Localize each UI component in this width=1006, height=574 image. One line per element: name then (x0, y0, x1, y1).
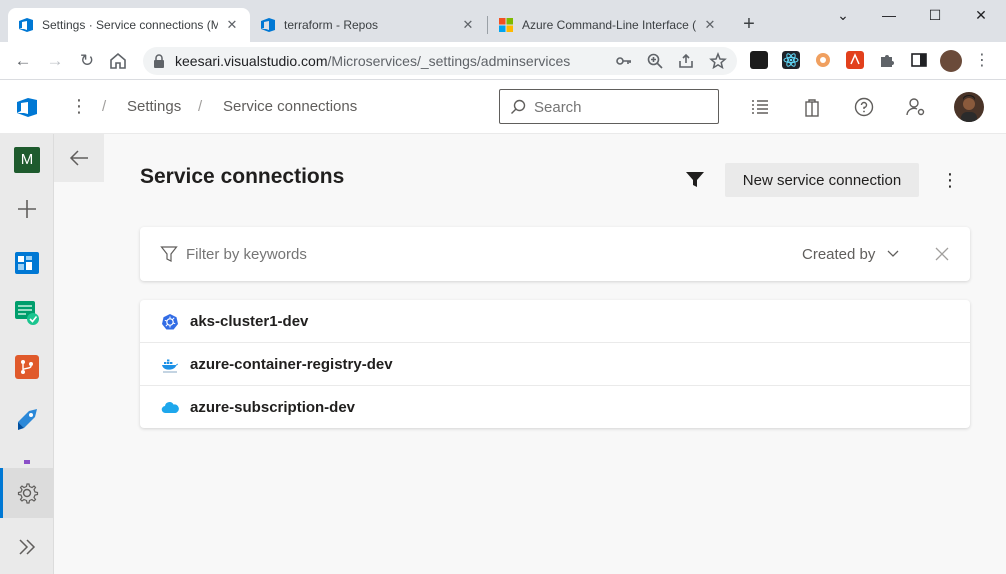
task-list-icon[interactable] (749, 96, 771, 118)
filter-bar: Created by (140, 227, 970, 281)
browser-toolbar: ← → ↻ keesari.visualstudio.com/Microserv… (0, 42, 1006, 80)
lock-icon (154, 54, 164, 68)
chevron-down-icon[interactable] (886, 247, 900, 261)
azure-devops-icon (19, 18, 33, 32)
connection-name[interactable]: azure-container-registry-dev (190, 356, 393, 373)
bookmark-star-icon[interactable] (709, 52, 727, 70)
nav-test-plans[interactable] (0, 288, 54, 338)
nav-boards[interactable] (0, 238, 54, 288)
url-host: keesari.visualstudio.com (175, 53, 328, 69)
back-arrow-icon (69, 150, 88, 166)
close-icon[interactable]: ✕ (702, 17, 718, 33)
avatar-face-icon (961, 95, 977, 122)
key-icon[interactable] (615, 52, 633, 70)
help-icon[interactable] (853, 96, 875, 118)
boards-icon (15, 252, 39, 274)
test-plans-icon (15, 301, 39, 325)
window-close-icon[interactable]: ✕ (958, 4, 1004, 26)
page-title: Service connections (140, 165, 345, 188)
reload-icon[interactable]: ↻ (76, 50, 98, 72)
maximize-icon[interactable]: ☐ (912, 4, 958, 26)
nav-repos[interactable] (0, 342, 54, 392)
list-item[interactable]: azure-subscription-dev (140, 386, 970, 429)
browser-tab-title: Settings · Service connections (M (42, 18, 218, 32)
marketplace-bag-icon[interactable] (801, 96, 823, 118)
side-panel-icon[interactable] (910, 51, 928, 69)
browser-tab-title: terraform - Repos (284, 18, 379, 32)
new-tab-button[interactable]: + (738, 14, 760, 34)
filter-keywords-input[interactable] (186, 244, 586, 264)
address-bar[interactable]: keesari.visualstudio.com/Microservices/_… (143, 47, 737, 75)
zoom-icon[interactable] (646, 52, 664, 70)
pdf-extension-icon[interactable] (846, 51, 864, 69)
list-item[interactable]: aks-cluster1-dev (140, 300, 970, 343)
browser-tab-terraform[interactable]: terraform - Repos ✕ (250, 8, 486, 42)
new-service-connection-button[interactable]: New service connection (725, 163, 919, 197)
project-switcher[interactable]: M (0, 134, 54, 184)
forward-arrow-icon[interactable]: → (44, 50, 66, 72)
list-item[interactable]: azure-container-registry-dev (140, 343, 970, 386)
created-by-dropdown[interactable]: Created by (802, 246, 875, 263)
double-chevron-right-icon (19, 539, 36, 555)
avatar[interactable] (954, 92, 984, 122)
puzzle-icon[interactable] (878, 51, 896, 69)
browser-profile-avatar[interactable] (940, 50, 962, 72)
close-icon[interactable]: ✕ (224, 17, 240, 33)
back-button[interactable] (54, 134, 104, 182)
breadcrumb-settings[interactable]: Settings (127, 98, 181, 115)
repos-icon (15, 355, 39, 379)
breadcrumb-separator: / (198, 98, 203, 115)
react-devtools-icon[interactable] (782, 51, 800, 69)
add-button[interactable] (0, 184, 54, 234)
user-settings-icon[interactable] (905, 96, 927, 118)
pipelines-icon (18, 409, 37, 430)
share-icon[interactable] (677, 52, 695, 70)
tab-search-chevron-icon[interactable]: ⌄ (820, 4, 866, 26)
nav-artifacts-partial (24, 460, 30, 464)
docker-icon (162, 359, 178, 373)
gear-icon (17, 483, 39, 504)
connection-name[interactable]: azure-subscription-dev (190, 399, 355, 416)
project-badge: M (14, 147, 40, 173)
search-icon (511, 99, 526, 114)
nav-project-settings[interactable] (0, 468, 54, 518)
breadcrumb-separator: / (102, 98, 107, 115)
azure-devops-icon (261, 18, 275, 32)
browser-tab-settings[interactable]: Settings · Service connections (M ✕ (8, 8, 250, 42)
browser-tabstrip: Settings · Service connections (M ✕ terr… (0, 0, 1006, 42)
extension-circle-icon[interactable] (814, 51, 832, 69)
expand-nav-button[interactable] (0, 522, 54, 572)
browser-menu-icon[interactable]: ⋮ (972, 50, 992, 72)
left-navigation: M (0, 134, 54, 574)
connection-name[interactable]: aks-cluster1-dev (190, 313, 308, 330)
service-connections-list: aks-cluster1-dev azure-container-registr… (140, 300, 970, 428)
extension-icon[interactable] (750, 51, 768, 69)
close-icon[interactable]: ✕ (460, 17, 476, 33)
nav-pipelines[interactable] (0, 394, 54, 444)
azure-devops-logo-icon[interactable] (16, 96, 38, 118)
breadcrumb-service-connections[interactable]: Service connections (223, 98, 357, 115)
back-arrow-icon[interactable]: ← (12, 50, 34, 72)
plus-icon (18, 200, 36, 218)
ado-header: ⋮ / Settings / Service connections (0, 80, 1006, 134)
home-icon[interactable] (108, 51, 128, 71)
kubernetes-icon (162, 314, 178, 330)
search-box[interactable] (499, 89, 719, 124)
search-input[interactable] (534, 97, 709, 117)
more-vertical-icon[interactable]: ⋮ (70, 94, 88, 118)
minimize-icon[interactable]: — (866, 4, 912, 26)
filter-funnel-icon (160, 246, 178, 262)
browser-tab-title: Azure Command-Line Interface ( (522, 18, 696, 32)
browser-tab-azure-cli[interactable]: Azure Command-Line Interface ( ✕ (488, 8, 728, 42)
more-actions-icon[interactable]: ⋮ (940, 167, 960, 193)
microsoft-logo-icon (499, 18, 513, 32)
url-text: keesari.visualstudio.com/Microservices/_… (175, 53, 570, 69)
clear-filter-icon[interactable] (934, 246, 950, 262)
filter-icon[interactable] (684, 168, 706, 190)
url-path: /Microservices/_settings/adminservices (327, 53, 571, 69)
azure-cloud-icon (161, 402, 179, 414)
